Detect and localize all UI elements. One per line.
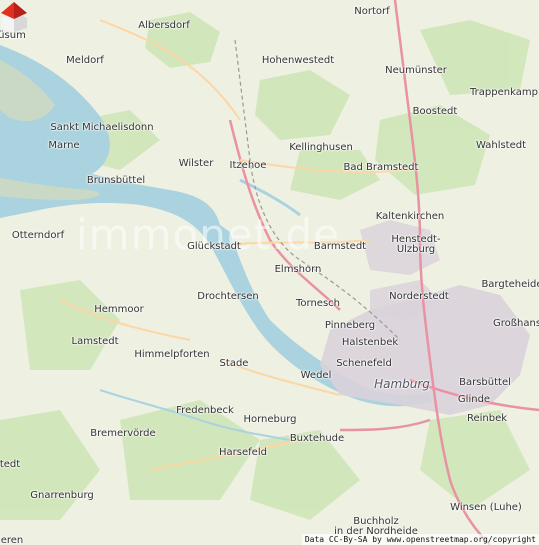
place-label: Wedel	[300, 370, 332, 381]
place-label: Schenefeld	[336, 358, 392, 369]
place-label: Glinde	[457, 394, 491, 405]
place-label: Neumünster	[385, 65, 447, 76]
place-label: Wahlstedt	[475, 140, 527, 151]
place-label: Hemmoor	[94, 304, 144, 315]
place-label: Otterndorf	[11, 230, 65, 241]
place-label: Kellinghusen	[289, 142, 353, 153]
place-label: Bad Bramstedt	[343, 162, 419, 173]
place-label: Stade	[219, 358, 249, 369]
place-label: Trappenkamp	[470, 87, 538, 98]
place-label: Meldorf	[66, 55, 104, 66]
place-label: Brunsbüttel	[86, 175, 146, 186]
place-label: Harsefeld	[219, 447, 267, 458]
place-label: Sankt Michaelisdonn	[50, 122, 154, 133]
place-label: Nortorf	[354, 6, 390, 17]
place-label: Bremervörde	[90, 428, 156, 439]
place-label: Fredenbeck	[176, 405, 234, 416]
place-label: Lamstedt	[71, 336, 119, 347]
map-base-layer	[0, 0, 539, 545]
place-label: Tornesch	[296, 298, 340, 309]
place-label: Himmelpforten	[134, 349, 210, 360]
map-canvas[interactable]: immonet.de üsum Albersdorf Nortorf Meldo…	[0, 0, 539, 545]
place-label: Kaltenkirchen	[375, 211, 445, 222]
place-label: Pinneberg	[324, 320, 376, 331]
place-label: Winsen (Luhe)	[450, 502, 522, 513]
place-label: eren	[0, 535, 24, 545]
place-label: Barsbüttel	[459, 377, 511, 388]
place-label: üsum	[0, 30, 26, 41]
place-label: Bargteheide	[481, 279, 539, 290]
place-label: Norderstedt	[389, 291, 449, 302]
place-label: Gnarrenburg	[30, 490, 94, 501]
map-attribution[interactable]: Data CC-By-SA by www.openstreetmap.org/c…	[301, 534, 539, 545]
place-label: Henstedt- Ulzburg	[391, 234, 441, 255]
place-label: Drochtersen	[197, 291, 259, 302]
place-label: Großhans	[492, 318, 539, 329]
place-label: Glückstadt	[187, 241, 241, 252]
place-label: Buxtehude	[289, 433, 345, 444]
place-label: Reinbek	[466, 413, 508, 424]
place-label: Horneburg	[243, 414, 297, 425]
place-label: Wilster	[178, 158, 214, 169]
place-label: Boostedt	[412, 106, 458, 117]
house-marker-icon[interactable]	[0, 0, 28, 32]
place-label: Elmshorn	[274, 264, 322, 275]
place-label: Hohenwestedt	[261, 55, 335, 66]
place-label: Halstenbek	[341, 337, 399, 348]
place-label: Itzehoe	[229, 160, 267, 171]
place-label-city: Hamburg	[374, 377, 430, 391]
place-label: tedt	[0, 459, 21, 470]
place-label: Barmstedt	[313, 241, 367, 252]
place-label: Marne	[48, 140, 80, 151]
place-label: Albersdorf	[138, 20, 190, 31]
